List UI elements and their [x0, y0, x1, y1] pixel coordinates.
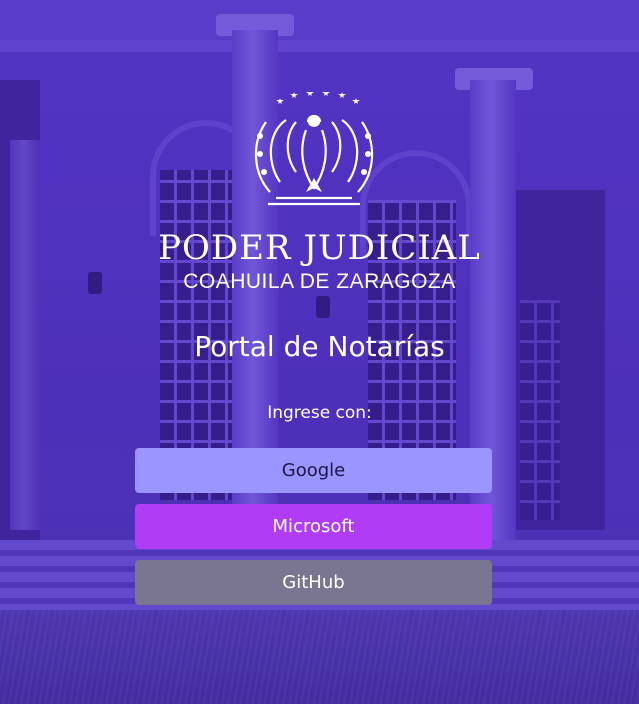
- coat-of-arms-eagle-icon: [254, 92, 374, 206]
- login-prompt: Ingrese con:: [267, 403, 372, 423]
- page-title: Portal de Notarías: [194, 330, 445, 363]
- github-login-button[interactable]: GitHub: [135, 560, 492, 605]
- institution-title: PODER JUDICIAL: [158, 228, 481, 268]
- login-panel: PODER JUDICIAL COAHUILA DE ZARAGOZA Port…: [0, 0, 639, 704]
- microsoft-login-button[interactable]: Microsoft: [135, 504, 492, 549]
- google-login-button[interactable]: Google: [135, 448, 492, 493]
- state-subtitle: COAHUILA DE ZARAGOZA: [183, 270, 456, 293]
